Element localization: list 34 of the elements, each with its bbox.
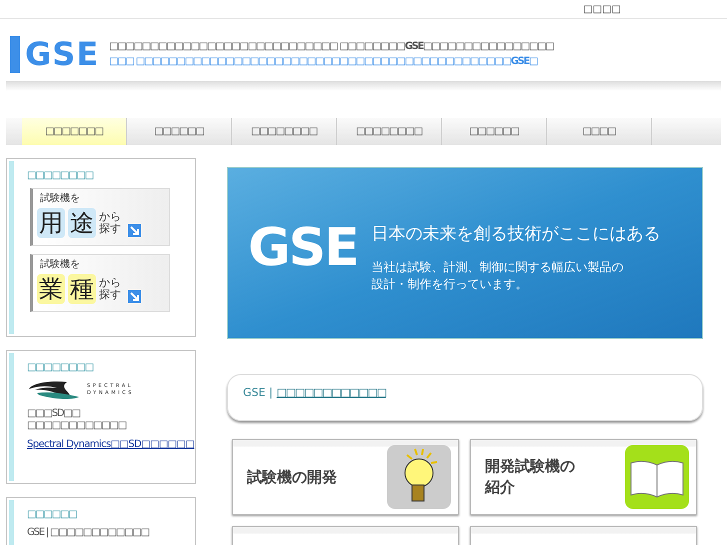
hero-description: 当社は試験、計測、制御に関する幅広い製品の 設計・制作を行っています。 <box>372 259 625 293</box>
swoosh-logo-icon <box>27 380 81 400</box>
banner-lead: 試験機を <box>40 258 80 271</box>
tile-label: 試験機の開発 <box>247 466 337 488</box>
hero-headline: 日本の未来を創る技術がここにはある <box>372 223 661 245</box>
banner-character: 種 <box>68 274 96 304</box>
partner-link[interactable]: Spectral Dynamics□□SD□□□□□□ <box>27 439 194 450</box>
panel-title: □□□□□□□□ <box>27 170 94 181</box>
banner-tail: から探す <box>99 211 122 235</box>
nav-tab[interactable]: □□□□□□□ <box>22 118 127 145</box>
tile-label: 開発試験機の 紹介 <box>485 456 575 498</box>
banner-character: 用 <box>37 208 65 238</box>
banner-character: 業 <box>37 274 65 304</box>
gse-logo: GSE <box>10 35 100 73</box>
site-name: GSE | <box>243 386 273 401</box>
partner-text: □□□SD□□ <box>27 408 82 420</box>
menu-tile[interactable]: 開発試験機の 紹介 <box>470 439 697 515</box>
arrow-icon <box>128 290 141 302</box>
banner-tail: から探す <box>99 277 122 301</box>
top-link[interactable]: □□□□ <box>583 4 621 14</box>
panel-title: □□□□□□□□ <box>27 362 94 373</box>
header-subline: □□□ □□□□□□□□□□□□□□□□□□□□□□□□□□□□□□□□□□□□□□□□□□□□□□GSE□ <box>109 56 538 67</box>
banner-character: 途 <box>68 208 96 238</box>
news-text: GSE | □□□□□□□□□□□□ <box>27 527 150 539</box>
partner-text: □□□□□□□□□□□□ <box>27 420 128 432</box>
hero-logo-text: GSE <box>248 218 358 278</box>
banner-lead: 試験機を <box>40 192 80 205</box>
intro-link[interactable]: □□□□□□□□□□□□ <box>276 386 386 409</box>
menu-tile[interactable]: 試験機の開発 <box>232 439 459 515</box>
panel-title: □□□□□□ <box>27 509 78 520</box>
book-icon <box>625 445 689 509</box>
light-bulb-icon <box>387 445 451 509</box>
header-tagline: □□□□□□□□□□□□□□□□□□□□□□□□□□□□ □□□□□□□□GSE□□□□□□□□□□□□□□□□ <box>109 41 554 52</box>
arrow-icon <box>128 224 141 236</box>
